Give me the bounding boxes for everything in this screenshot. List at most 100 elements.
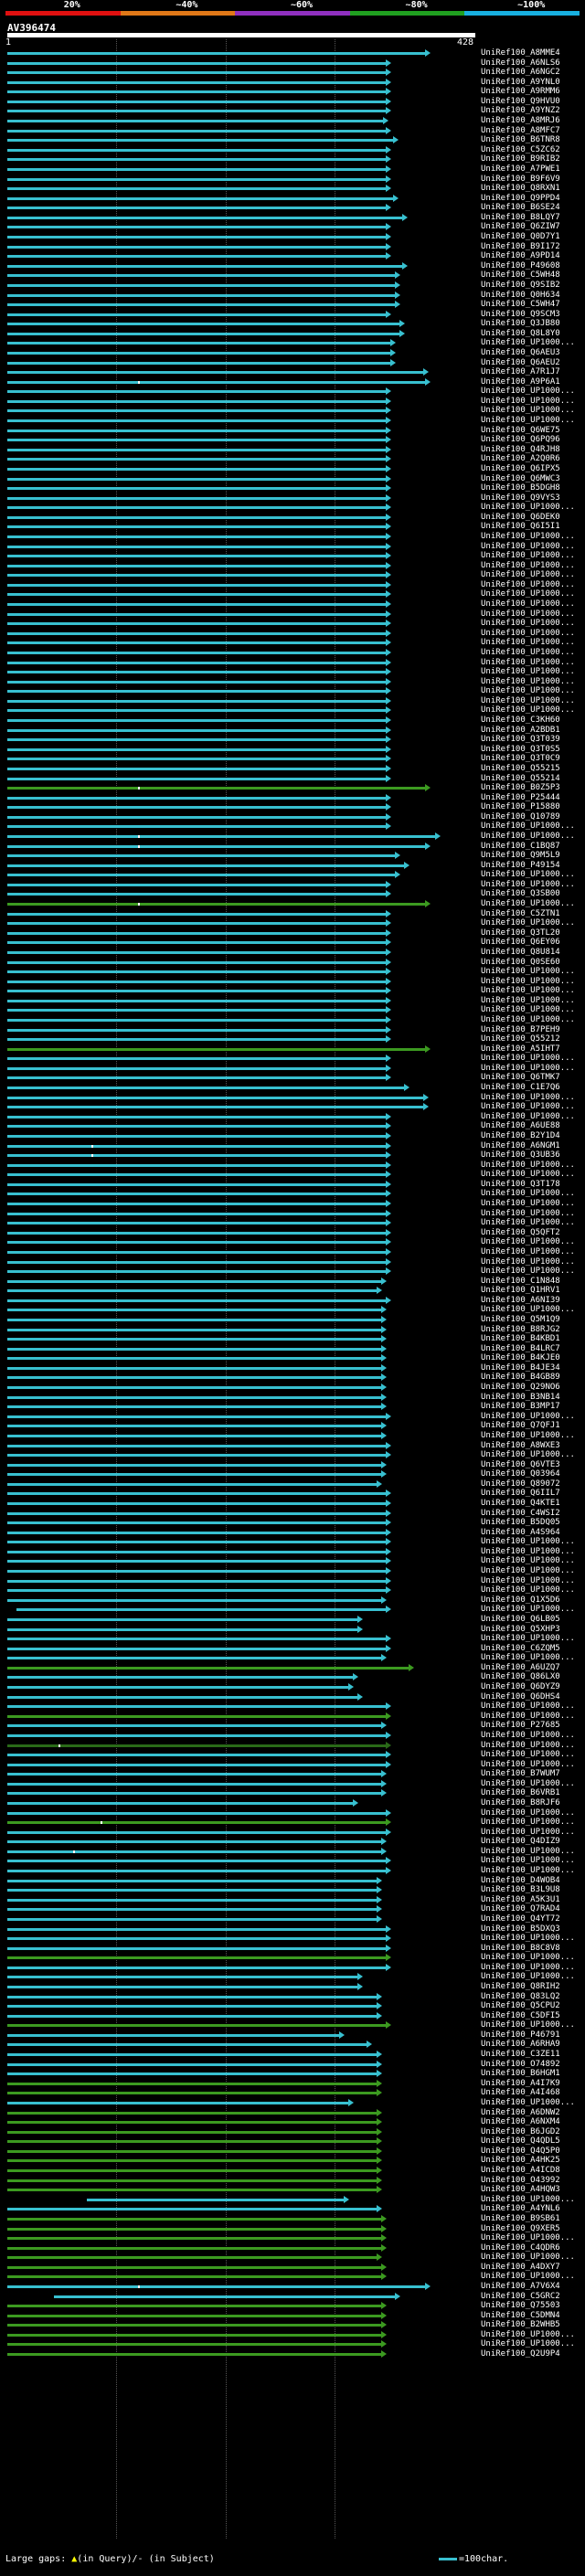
hit-bar[interactable] bbox=[7, 909, 391, 918]
hit-bar[interactable] bbox=[7, 580, 391, 589]
hit-label[interactable]: UniRef100_UP1000... bbox=[481, 1567, 575, 1575]
hit-label[interactable]: UniRef100_Q6MWC3 bbox=[481, 474, 560, 483]
hit-bar[interactable] bbox=[7, 745, 391, 754]
hit-label[interactable]: UniRef100_UP1000... bbox=[481, 1760, 575, 1769]
hit-label[interactable]: UniRef100_B5DQ05 bbox=[481, 1519, 560, 1527]
hit-label[interactable]: UniRef100_UP1000... bbox=[481, 1712, 575, 1721]
hit-label[interactable]: UniRef100_UP1000... bbox=[481, 629, 575, 638]
hit-bar[interactable] bbox=[7, 2214, 387, 2223]
hit-label[interactable]: UniRef100_C5WH47 bbox=[481, 301, 560, 309]
hit-bar[interactable] bbox=[7, 852, 401, 860]
hit-label[interactable]: UniRef100_A6UE88 bbox=[481, 1122, 560, 1130]
hit-label[interactable]: UniRef100_A4ICD8 bbox=[481, 2167, 560, 2175]
hit-label[interactable]: UniRef100_Q4Q5P0 bbox=[481, 2147, 560, 2156]
hit-label[interactable]: UniRef100_A6NLS6 bbox=[481, 58, 560, 68]
hit-bar[interactable] bbox=[7, 542, 391, 551]
hit-bar[interactable] bbox=[7, 2253, 382, 2262]
hit-bar[interactable] bbox=[7, 464, 391, 473]
hit-label[interactable]: UniRef100_B8RJG2 bbox=[481, 1325, 560, 1334]
hit-label[interactable]: UniRef100_Q0H634 bbox=[481, 291, 560, 300]
hit-label[interactable]: UniRef100_A4I7K9 bbox=[481, 2079, 560, 2088]
hit-bar[interactable] bbox=[7, 968, 391, 976]
hit-label[interactable]: UniRef100_Q4YT72 bbox=[481, 1914, 560, 1924]
hit-bar[interactable] bbox=[7, 387, 391, 396]
hit-label[interactable]: UniRef100_A8WXE3 bbox=[481, 1441, 560, 1450]
hit-label[interactable]: UniRef100_UP1000... bbox=[481, 2273, 575, 2281]
hit-bar[interactable] bbox=[7, 1876, 382, 1885]
hit-bar[interactable] bbox=[7, 832, 441, 841]
hit-label[interactable]: UniRef100_UP1000... bbox=[481, 2340, 575, 2348]
hit-bar[interactable] bbox=[7, 407, 391, 415]
hit-label[interactable]: UniRef100_UP1000... bbox=[481, 1557, 575, 1565]
hit-bar[interactable] bbox=[7, 1344, 387, 1353]
hit-label[interactable]: UniRef100_P25444 bbox=[481, 793, 560, 802]
hit-label[interactable]: UniRef100_Q6TMK7 bbox=[481, 1074, 560, 1082]
hit-label[interactable]: UniRef100_UP1000... bbox=[481, 639, 575, 647]
hit-label[interactable]: UniRef100_Q5XHP3 bbox=[481, 1625, 560, 1634]
hit-bar[interactable] bbox=[7, 1538, 391, 1546]
hit-label[interactable]: UniRef100_UP1000... bbox=[481, 1702, 575, 1711]
hit-bar[interactable] bbox=[7, 1489, 391, 1498]
hit-bar[interactable] bbox=[7, 687, 391, 695]
hit-bar[interactable] bbox=[7, 958, 391, 967]
hit-label[interactable]: UniRef100_UP1000... bbox=[481, 1576, 575, 1585]
hit-label[interactable]: UniRef100_UP1000... bbox=[481, 1654, 575, 1662]
hit-bar[interactable] bbox=[7, 1751, 391, 1759]
hit-label[interactable]: UniRef100_B0Z5P3 bbox=[481, 784, 560, 792]
hit-bar[interactable] bbox=[7, 49, 431, 58]
hit-bar[interactable] bbox=[7, 2108, 382, 2117]
hit-label[interactable]: UniRef100_UP1000... bbox=[481, 1547, 575, 1556]
hit-label[interactable]: UniRef100_Q6AEU2 bbox=[481, 358, 560, 367]
hit-label[interactable]: UniRef100_C1E7Q6 bbox=[481, 1084, 560, 1092]
hit-bar[interactable] bbox=[7, 484, 391, 493]
hit-label[interactable]: UniRef100_B7WUM7 bbox=[481, 1770, 560, 1778]
hit-bar[interactable] bbox=[7, 2176, 382, 2185]
hit-bar[interactable] bbox=[7, 571, 391, 579]
hit-bar[interactable] bbox=[7, 348, 396, 357]
hit-bar[interactable] bbox=[7, 1190, 391, 1198]
hit-label[interactable]: UniRef100_UP1000... bbox=[481, 620, 575, 628]
hit-label[interactable]: UniRef100_A9PD14 bbox=[481, 252, 560, 260]
hit-label[interactable]: UniRef100_UP1000... bbox=[481, 1935, 575, 1943]
hit-label[interactable]: UniRef100_B6VRB1 bbox=[481, 1789, 560, 1797]
hit-label[interactable]: UniRef100_B8RJF6 bbox=[481, 1798, 560, 1807]
hit-label[interactable]: UniRef100_Q55215 bbox=[481, 764, 560, 773]
hit-label[interactable]: UniRef100_UP1000... bbox=[481, 561, 575, 570]
hit-label[interactable]: UniRef100_UP1000... bbox=[481, 1751, 575, 1759]
hit-label[interactable]: UniRef100_Q3T039 bbox=[481, 736, 560, 744]
hit-bar[interactable] bbox=[7, 1847, 387, 1856]
hit-bar[interactable] bbox=[7, 1373, 387, 1382]
hit-label[interactable]: UniRef100_Q3UB36 bbox=[481, 1151, 560, 1160]
hit-bar[interactable] bbox=[7, 726, 391, 735]
hit-label[interactable]: UniRef100_UP1000... bbox=[481, 987, 575, 995]
hit-bar[interactable] bbox=[7, 301, 401, 309]
hit-bar[interactable] bbox=[7, 1712, 391, 1721]
hit-label[interactable]: UniRef100_UP1000... bbox=[481, 1257, 575, 1267]
hit-label[interactable]: UniRef100_A4YNL6 bbox=[481, 2205, 560, 2213]
hit-label[interactable]: UniRef100_UP1000... bbox=[481, 1606, 575, 1614]
hit-label[interactable]: UniRef100_UP1000... bbox=[481, 2195, 575, 2204]
hit-bar[interactable] bbox=[7, 629, 391, 638]
hit-label[interactable]: UniRef100_UP1000... bbox=[481, 996, 575, 1005]
hit-label[interactable]: UniRef100_Q0SE60 bbox=[481, 958, 560, 967]
hit-bar[interactable] bbox=[7, 1200, 391, 1208]
hit-bar[interactable] bbox=[7, 2186, 382, 2194]
hit-bar[interactable] bbox=[7, 1044, 431, 1054]
hit-bar[interactable] bbox=[16, 1606, 391, 1614]
hit-label[interactable]: UniRef100_Q86LX0 bbox=[481, 1673, 560, 1681]
hit-label[interactable]: UniRef100_UP1000... bbox=[481, 1016, 575, 1024]
hit-label[interactable]: UniRef100_UP1000... bbox=[481, 339, 575, 347]
hit-label[interactable]: UniRef100_UP1000... bbox=[481, 900, 575, 908]
hit-label[interactable]: UniRef100_C5WH48 bbox=[481, 271, 560, 280]
hit-label[interactable]: UniRef100_P46791 bbox=[481, 2030, 560, 2040]
hit-bar[interactable] bbox=[87, 2195, 349, 2204]
hit-bar[interactable] bbox=[7, 880, 391, 889]
hit-bar[interactable] bbox=[7, 1557, 391, 1565]
hit-bar[interactable] bbox=[7, 271, 401, 280]
hit-bar[interactable] bbox=[7, 928, 391, 938]
hit-bar[interactable] bbox=[7, 1702, 391, 1711]
hit-bar[interactable] bbox=[7, 1354, 387, 1362]
hit-bar[interactable] bbox=[7, 436, 391, 444]
hit-bar[interactable] bbox=[7, 1547, 391, 1556]
hit-bar[interactable] bbox=[7, 1084, 410, 1092]
